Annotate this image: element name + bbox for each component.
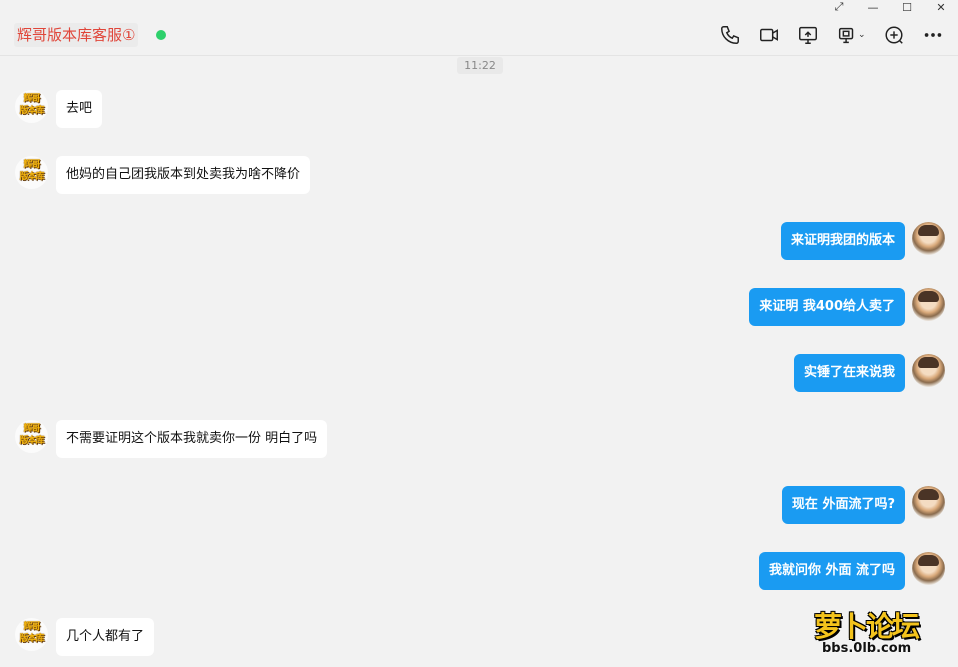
message-bubble-incoming[interactable]: 去吧 [56,90,103,128]
message-bubble-outgoing[interactable]: 现在 外面流了吗? [781,486,905,524]
contact-name[interactable]: 辉哥版本库客服① [14,23,139,47]
online-status-icon [156,30,166,40]
contact-avatar-logo: 辉哥 版本库 [19,622,44,644]
add-member-icon[interactable] [881,22,907,48]
chat-toolbar: ⌄ [704,22,946,48]
window-controls: ⤢ — ☐ ✕ [822,0,958,14]
contact-avatar[interactable]: 辉哥 版本库 [15,90,48,123]
screen-share-icon[interactable] [795,22,821,48]
user-avatar[interactable] [912,486,945,519]
message-bubble-outgoing[interactable]: 我就问你 外面 流了吗 [758,552,905,590]
chevron-down-icon[interactable]: ⌄ [858,30,868,40]
close-icon[interactable]: ✕ [924,0,958,14]
message-bubble-outgoing[interactable]: 来证明我团的版本 [780,222,905,260]
watermark-url: bbs.0lb.com [822,641,912,656]
message-bubble-incoming[interactable]: 几个人都有了 [56,618,155,656]
contact-avatar-logo: 辉哥 版本库 [19,160,44,182]
remote-control-icon[interactable] [834,22,860,48]
user-avatar[interactable] [912,354,945,387]
message-bubble-incoming[interactable]: 不需要证明这个版本我就卖你一份 明白了吗 [56,420,328,458]
site-watermark: 萝卜论坛 bbs.0lb.com [814,605,946,661]
contact-avatar-logo: 辉哥 版本库 [19,424,44,446]
chat-header: 辉哥版本库客服① ⌄ [0,14,958,56]
message-bubble-outgoing[interactable]: 来证明 我400给人卖了 [749,288,905,326]
maximize-icon[interactable]: ☐ [890,0,924,14]
pin-window-icon[interactable]: ⤢ [822,0,856,14]
watermark-logo-text: 萝卜论坛 [814,610,920,643]
message-bubble-outgoing[interactable]: 实锤了在来说我 [793,354,905,392]
contact-avatar[interactable]: 辉哥 版本库 [15,618,48,651]
message-bubble-incoming[interactable]: 他妈的自己团我版本到处卖我为啥不降价 [56,156,311,194]
minimize-icon[interactable]: — [856,0,890,14]
user-avatar[interactable] [912,552,945,585]
message-timestamp: 11:22 [457,57,503,74]
video-camera-icon[interactable] [756,22,782,48]
contact-avatar-logo: 辉哥 版本库 [19,94,44,116]
contact-avatar[interactable]: 辉哥 版本库 [15,156,48,189]
user-avatar[interactable] [912,222,945,255]
contact-avatar[interactable]: 辉哥 版本库 [15,420,48,453]
user-avatar[interactable] [912,288,945,321]
phone-icon[interactable] [717,22,743,48]
more-icon[interactable] [920,22,946,48]
